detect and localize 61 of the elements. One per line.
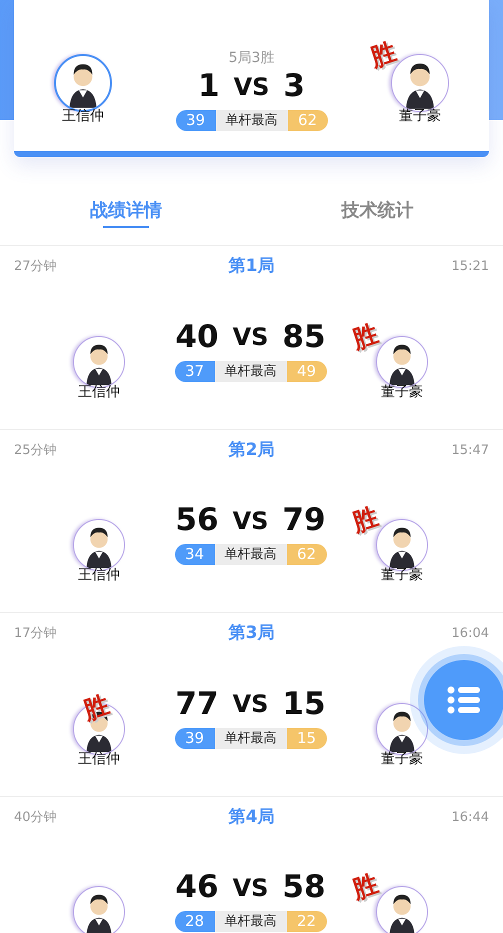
win-label: 胜 <box>350 870 382 902</box>
list-menu-button[interactable] <box>424 660 503 740</box>
score-value: 40 <box>175 322 219 352</box>
player-name: 王信仲 <box>78 567 120 584</box>
match-format: 5局3胜 <box>228 49 274 68</box>
vs-label: VS <box>232 508 268 532</box>
win-label: 胜 <box>350 504 382 536</box>
best-break-value: 39 <box>174 728 214 748</box>
score-value: 15 <box>282 688 326 720</box>
score-value: 85 <box>282 322 326 352</box>
player-name: 王信仲 <box>78 750 120 768</box>
player-name: 王信仲 <box>62 108 104 125</box>
game-title: 第2局 <box>228 438 274 462</box>
game-title: 第3局 <box>228 622 274 645</box>
best-break-value: 39 <box>176 110 216 131</box>
vs-label: VS <box>232 692 268 716</box>
score-value: 1 <box>198 71 220 102</box>
best-break-label: 单杆最高 <box>214 911 286 932</box>
score-value: 3 <box>283 71 305 102</box>
score-value: 58 <box>282 872 326 903</box>
best-break-value: 15 <box>286 728 326 748</box>
game-duration: 25分钟 <box>14 442 58 460</box>
score-value: 79 <box>282 505 326 536</box>
game-duration: 17分钟 <box>14 625 58 643</box>
tab[interactable]: 技术统计 <box>341 197 414 228</box>
win-label: 胜 <box>80 691 112 723</box>
best-break-label: 单杆最高 <box>214 360 286 382</box>
best-break-value: 28 <box>174 911 214 932</box>
best-break-label: 单杆最高 <box>216 110 288 131</box>
score-value: 46 <box>175 872 219 903</box>
best-break-value: 62 <box>286 544 326 565</box>
game-title: 第1局 <box>228 255 274 278</box>
game-time: 15:21 <box>450 258 489 276</box>
game-time: 16:04 <box>450 625 489 643</box>
best-break-value: 37 <box>174 360 214 382</box>
vs-label: VS <box>232 325 268 349</box>
list-icon <box>447 686 481 714</box>
game-time: 15:47 <box>450 442 489 460</box>
best-break-label: 单杆最高 <box>214 544 286 565</box>
avatar-icon <box>73 886 125 933</box>
best-break-value: 49 <box>286 360 326 382</box>
game-title: 第4局 <box>228 806 274 828</box>
tab[interactable]: 战绩详情 <box>90 197 162 228</box>
game-duration: 40分钟 <box>14 808 58 826</box>
score-value: 56 <box>175 505 219 536</box>
game-duration: 27分钟 <box>14 258 58 276</box>
best-break-value: 34 <box>174 544 214 565</box>
win-label: 胜 <box>350 320 382 352</box>
player-name: 王信仲 <box>78 384 120 400</box>
player-name: 董子豪 <box>381 750 423 768</box>
vs-label: VS <box>232 876 268 900</box>
player-name: 董子豪 <box>381 384 423 400</box>
player-name: 董子豪 <box>399 108 441 125</box>
best-break-value: 62 <box>288 110 328 131</box>
player-name: 董子豪 <box>381 567 423 584</box>
game-time: 16:44 <box>450 808 489 826</box>
win-label: 胜 <box>368 38 400 70</box>
score-value: 77 <box>175 688 219 720</box>
best-break-label: 单杆最高 <box>214 728 286 748</box>
best-break-value: 22 <box>286 911 326 932</box>
vs-label: VS <box>234 74 270 98</box>
